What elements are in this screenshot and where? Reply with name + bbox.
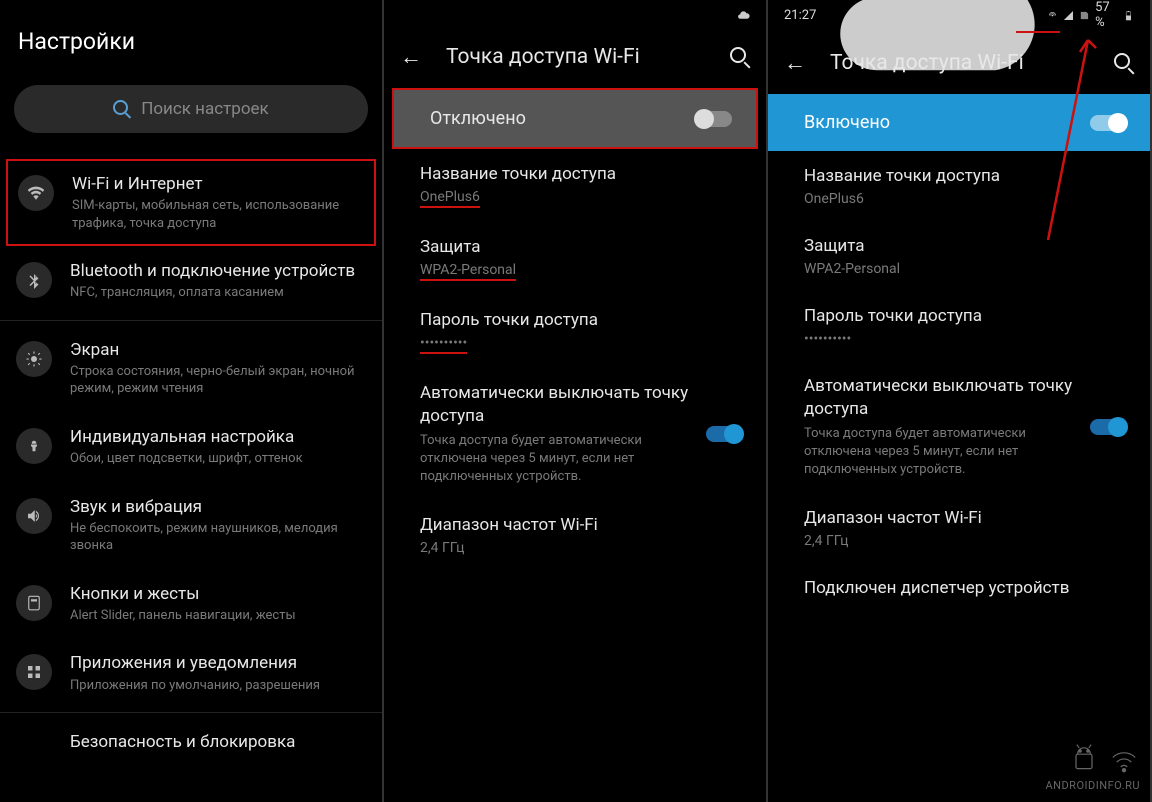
setting-title: Пароль точки доступа: [420, 309, 730, 332]
setting-band[interactable]: Диапазон частот Wi-Fi 2,4 ГГц: [768, 493, 1150, 563]
buttons-icon: [16, 585, 52, 621]
setting-title: Подключен диспетчер устройств: [804, 577, 1114, 600]
setting-value: OnePlus6: [420, 189, 730, 208]
item-title: Wi-Fi и Интернет: [72, 173, 364, 195]
hotspot-icon: [1047, 9, 1058, 22]
cloud-icon: [737, 9, 750, 22]
setting-title: Название точки доступа: [804, 165, 1114, 188]
item-subtitle: Приложения по умолчанию, разрешения: [70, 677, 366, 695]
settings-item-apps[interactable]: Приложения и уведомления Приложения по у…: [0, 638, 382, 708]
setting-band[interactable]: Диапазон частот Wi-Fi 2,4 ГГц: [384, 500, 766, 570]
setting-auto-off[interactable]: Автоматически выключать точку доступа То…: [384, 368, 766, 500]
setting-description: Точка доступа будет автоматически отключ…: [804, 425, 1080, 480]
setting-description: Точка доступа будет автоматически отключ…: [420, 432, 696, 487]
search-icon[interactable]: [730, 47, 750, 67]
header: ← Точка доступа Wi-Fi: [384, 30, 766, 88]
hotspot-panel-off: ← Точка доступа Wi-Fi Отключено Название…: [384, 0, 768, 802]
item-subtitle: Строка состояния, черно-белый экран, ноч…: [70, 363, 366, 398]
toggle-switch[interactable]: [1090, 115, 1126, 131]
setting-title: Пароль точки доступа: [804, 305, 1114, 328]
item-title: Bluetooth и подключение устройств: [70, 260, 366, 282]
settings-item-wifi[interactable]: Wi-Fi и Интернет SIM-карты, мобильная се…: [6, 159, 376, 246]
apps-icon: [16, 654, 52, 690]
toggle-switch[interactable]: [706, 426, 742, 442]
item-subtitle: SIM-карты, мобильная сеть, использование…: [72, 197, 364, 232]
search-placeholder: Поиск настроек: [141, 99, 269, 119]
sound-icon: [16, 498, 52, 534]
setting-value: ••••••••••: [804, 331, 1114, 347]
bluetooth-icon: [16, 262, 52, 298]
toggle-switch[interactable]: [1090, 419, 1126, 435]
brightness-icon: [16, 341, 52, 377]
toggle-switch[interactable]: [696, 111, 732, 127]
wifi-icon: [18, 175, 54, 211]
settings-panel: Настройки Поиск настроек Wi-Fi и Интерне…: [0, 0, 384, 802]
divider: [0, 712, 382, 713]
page-title: Точка доступа Wi-Fi: [830, 51, 1090, 75]
back-button[interactable]: ←: [400, 44, 422, 70]
setting-value: WPA2-Personal: [804, 261, 1114, 277]
setting-title: Автоматически выключать точку доступа: [804, 375, 1080, 421]
setting-hotspot-name[interactable]: Название точки доступа OnePlus6: [768, 151, 1150, 221]
hotspot-toggle-row[interactable]: Отключено: [392, 88, 758, 149]
no-sim-icon: [1079, 9, 1090, 22]
back-button[interactable]: ←: [784, 50, 806, 76]
setting-title: Диапазон частот Wi-Fi: [420, 514, 730, 537]
divider: [0, 320, 382, 321]
status-bar: [384, 0, 766, 30]
setting-title: Диапазон частот Wi-Fi: [804, 507, 1114, 530]
setting-device-manager[interactable]: Подключен диспетчер устройств: [768, 563, 1150, 617]
item-subtitle: NFC, трансляция, оплата касанием: [70, 284, 366, 302]
page-title: Точка доступа Wi-Fi: [446, 45, 706, 69]
toggle-label: Включено: [804, 112, 890, 133]
search-input[interactable]: Поиск настроек: [14, 85, 368, 133]
status-bar: 21:27 57 %: [768, 0, 1150, 30]
item-title: Экран: [70, 339, 366, 361]
setting-value: OnePlus6: [804, 191, 1114, 207]
setting-hotspot-name[interactable]: Название точки доступа OnePlus6: [384, 149, 766, 222]
annotation-underline: [1016, 31, 1060, 33]
item-title: Индивидуальная настройка: [70, 426, 366, 448]
settings-item-sound[interactable]: Звук и вибрация Не беспокоить, режим нау…: [0, 482, 382, 569]
setting-value: ••••••••••: [420, 335, 730, 354]
search-icon[interactable]: [1114, 53, 1134, 73]
hotspot-panel-on: 21:27 57 % ← Точка доступа Wi-Fi Включен…: [768, 0, 1152, 802]
watermark-text: ANDROIDINFO.RU: [1045, 779, 1140, 792]
watermark: ANDROIDINFO.RU: [1045, 743, 1140, 792]
signal-icon: [1063, 9, 1074, 22]
setting-value: 2,4 ГГц: [804, 533, 1114, 549]
setting-title: Название точки доступа: [420, 163, 730, 186]
setting-password[interactable]: Пароль точки доступа ••••••••••: [384, 295, 766, 368]
setting-value: WPA2-Personal: [420, 262, 730, 281]
item-title: Звук и вибрация: [70, 496, 366, 518]
item-subtitle: Обои, цвет подсветки, шрифт, оттенок: [70, 450, 366, 468]
item-subtitle: Не беспокоить, режим наушников, мелодия …: [70, 520, 366, 555]
setting-auto-off[interactable]: Автоматически выключать точку доступа То…: [768, 361, 1150, 493]
search-icon: [113, 100, 131, 118]
setting-title: Защита: [804, 235, 1114, 258]
item-title: Приложения и уведомления: [70, 652, 366, 674]
android-icon: [1068, 743, 1100, 775]
setting-value: 2,4 ГГц: [420, 540, 730, 556]
settings-item-display[interactable]: Экран Строка состояния, черно-белый экра…: [0, 325, 382, 412]
customize-icon: [16, 428, 52, 464]
setting-security[interactable]: Защита WPA2-Personal: [768, 221, 1150, 291]
wifi-icon: [1108, 743, 1140, 775]
settings-item-bluetooth[interactable]: Bluetooth и подключение устройств NFC, т…: [0, 246, 382, 316]
setting-password[interactable]: Пароль точки доступа ••••••••••: [768, 291, 1150, 361]
status-time: 21:27: [784, 8, 816, 23]
settings-item-buttons[interactable]: Кнопки и жесты Alert Slider, панель нави…: [0, 569, 382, 639]
battery-icon: [1123, 9, 1134, 22]
toggle-label: Отключено: [430, 108, 526, 129]
setting-title: Защита: [420, 236, 730, 259]
page-title: Настройки: [0, 0, 382, 75]
settings-item-customization[interactable]: Индивидуальная настройка Обои, цвет подс…: [0, 412, 382, 482]
setting-security[interactable]: Защита WPA2-Personal: [384, 222, 766, 295]
battery-percent: 57 %: [1095, 0, 1118, 30]
setting-title: Автоматически выключать точку доступа: [420, 382, 696, 428]
item-title: Кнопки и жесты: [70, 583, 366, 605]
item-subtitle: Alert Slider, панель навигации, жесты: [70, 607, 366, 625]
settings-item-security[interactable]: Безопасность и блокировка: [0, 717, 382, 783]
item-title: Безопасность и блокировка: [70, 731, 366, 753]
